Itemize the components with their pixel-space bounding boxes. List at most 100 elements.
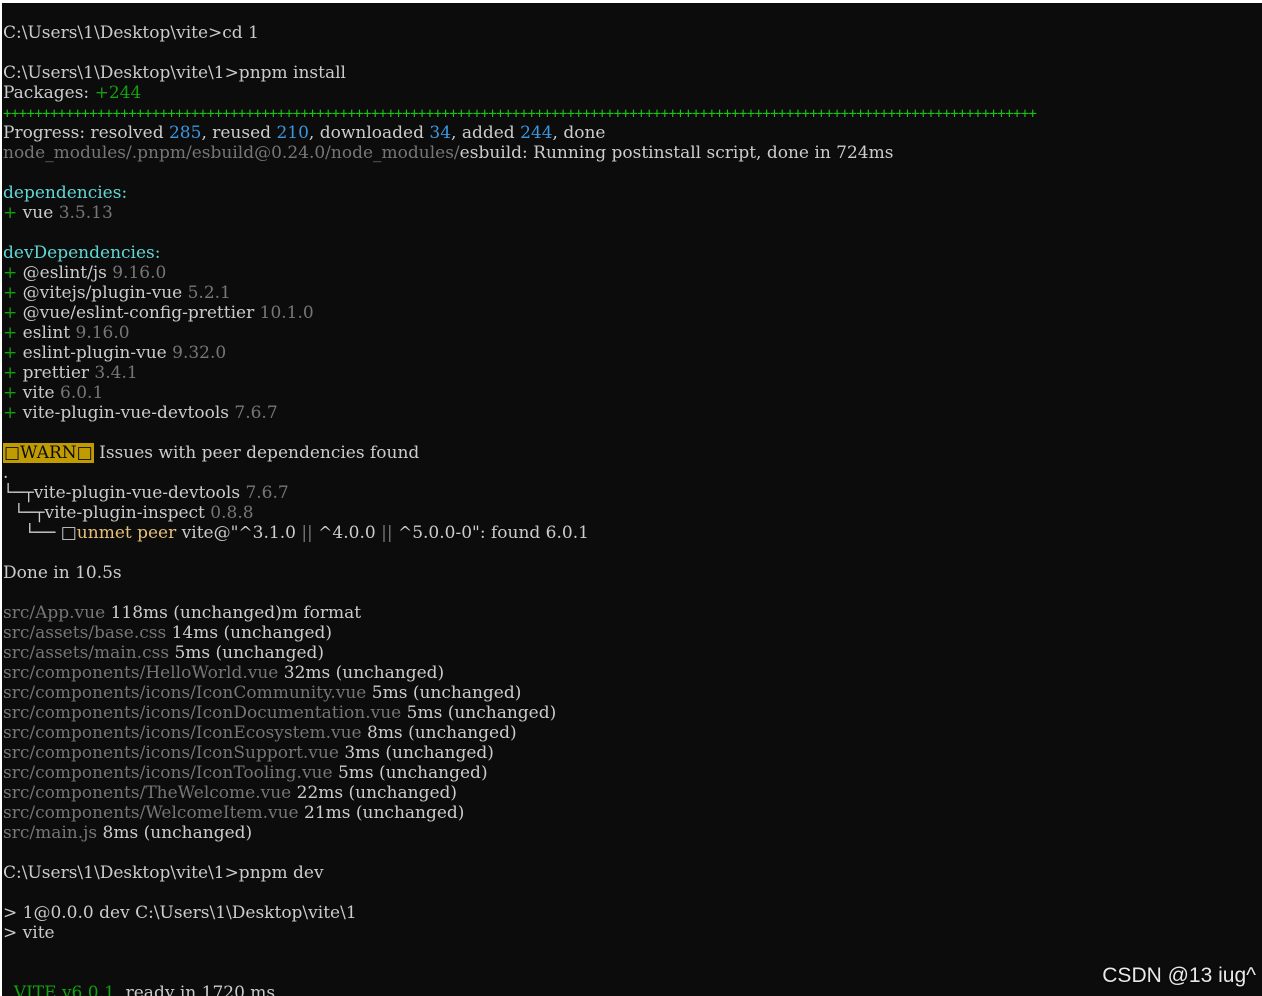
terminal-text-segment: Progress: resolved bbox=[3, 123, 169, 143]
terminal-line: C:\Users\1\Desktop\vite>cd 1 bbox=[3, 23, 1262, 43]
terminal-text-segment: 6.0.1 bbox=[60, 383, 104, 403]
terminal-text-segment: src/components/HelloWorld.vue bbox=[3, 663, 284, 683]
terminal-text-segment: dependencies: bbox=[3, 183, 128, 203]
terminal-text-segment: src/main.js bbox=[3, 823, 103, 843]
terminal-text-segment: eslint bbox=[22, 323, 76, 343]
terminal-text-segment: └─┬ bbox=[3, 503, 45, 523]
terminal-text-segment: 0.8.8 bbox=[210, 503, 254, 523]
terminal-text-segment: 244 bbox=[520, 123, 553, 143]
terminal-text-segment: + bbox=[3, 263, 23, 283]
terminal-text-segment: Done in 10.5s bbox=[3, 563, 122, 583]
terminal-text-segment: 5.2.1 bbox=[187, 283, 231, 303]
terminal-line: . bbox=[3, 463, 1262, 483]
terminal-text-segment: └── □ bbox=[3, 523, 77, 543]
terminal-text-segment: src/components/icons/IconEcosystem.vue bbox=[3, 723, 367, 743]
terminal-text-segment: 210 bbox=[276, 123, 309, 143]
terminal-text-segment: Issues with peer dependencies found bbox=[93, 443, 420, 463]
terminal-line: > 1@0.0.0 dev C:\Users\1\Desktop\vite\1 bbox=[3, 903, 1262, 923]
terminal-text-segment: 34 bbox=[429, 123, 452, 143]
terminal-text-segment: > 1@0.0.0 dev C:\Users\1\Desktop\vite\1 bbox=[3, 903, 357, 923]
terminal-text-segment: + bbox=[3, 323, 23, 343]
terminal-text-segment: 9.16.0 bbox=[112, 263, 167, 283]
terminal-line: C:\Users\1\Desktop\vite\1>pnpm install bbox=[3, 63, 1262, 83]
terminal-text-segment: 5ms (unchanged) bbox=[174, 643, 325, 663]
terminal-text-segment: 9.16.0 bbox=[75, 323, 130, 343]
terminal-line: + eslint-plugin-vue 9.32.0 bbox=[3, 343, 1262, 363]
terminal-text-segment: Packages: bbox=[3, 83, 95, 103]
terminal-window[interactable]: C:\Users\1\Desktop\vite>cd 1 C:\Users\1\D… bbox=[2, 3, 1262, 996]
terminal-text-segment: +244 bbox=[94, 83, 142, 103]
terminal-line: + @eslint/js 9.16.0 bbox=[3, 263, 1262, 283]
watermark: CSDN @13 iug^ bbox=[1102, 964, 1256, 987]
terminal-text-segment: 3.5.13 bbox=[58, 203, 113, 223]
terminal-text-segment: src/components/WelcomeItem.vue bbox=[3, 803, 305, 823]
terminal-text-segment: src/App.vue bbox=[3, 603, 111, 623]
terminal-line: + eslint 9.16.0 bbox=[3, 323, 1262, 343]
terminal-text-segment: └─┬ bbox=[3, 483, 34, 503]
terminal-line: VITE v6.0.1 ready in 1720 ms bbox=[3, 983, 1262, 996]
terminal-text-segment: 10.1.0 bbox=[259, 303, 314, 323]
terminal-text-segment: 7.6.7 bbox=[234, 403, 278, 423]
terminal-line: node_modules/.pnpm/esbuild@0.24.0/node_m… bbox=[3, 143, 1262, 163]
terminal-text-segment: 5ms (unchanged) bbox=[406, 703, 557, 723]
terminal-text-segment: vite-plugin-vue-devtools bbox=[33, 483, 246, 503]
terminal-text-segment: VITE v6.0.1 bbox=[3, 983, 115, 996]
terminal-text-segment: eslint-plugin-vue bbox=[22, 343, 173, 363]
terminal-text-segment: src/components/icons/IconCommunity.vue bbox=[3, 683, 372, 703]
terminal-output: C:\Users\1\Desktop\vite>cd 1 C:\Users\1\D… bbox=[3, 23, 1262, 996]
terminal-text-segment: C:\Users\1\Desktop\vite\1>pnpm dev bbox=[3, 863, 324, 883]
terminal-line: src/components/HelloWorld.vue 32ms (unch… bbox=[3, 663, 1262, 683]
terminal-text-segment: vite@"^3.1.0 bbox=[181, 523, 302, 543]
terminal-line: + @vue/eslint-config-prettier 10.1.0 bbox=[3, 303, 1262, 323]
terminal-line: + vue 3.5.13 bbox=[3, 203, 1262, 223]
terminal-line: └─┬vite-plugin-vue-devtools 7.6.7 bbox=[3, 483, 1262, 503]
terminal-text-segment: node_modules/.pnpm/esbuild@0.24.0/node_m… bbox=[3, 143, 460, 163]
terminal-text-segment: 3ms (unchanged) bbox=[344, 743, 494, 763]
terminal-text-segment: ^4.0.0 bbox=[312, 523, 382, 543]
terminal-text-segment: > vite bbox=[3, 923, 55, 943]
terminal-text-segment: C:\Users\1\Desktop\vite\1>pnpm install bbox=[3, 63, 346, 83]
terminal-text-segment: @eslint/js bbox=[22, 263, 113, 283]
terminal-text-segment: vite-plugin-vue-devtools bbox=[22, 403, 235, 423]
terminal-line: Packages: +244 bbox=[3, 83, 1262, 103]
terminal-text-segment: 7.6.7 bbox=[245, 483, 289, 503]
terminal-text-segment: 32ms (unchanged) bbox=[283, 663, 445, 683]
terminal-text-segment: C:\Users\1\Desktop\vite>cd 1 bbox=[3, 23, 259, 43]
terminal-line: C:\Users\1\Desktop\vite\1>pnpm dev bbox=[3, 863, 1262, 883]
terminal-line: src/components/icons/IconEcosystem.vue 8… bbox=[3, 723, 1262, 743]
terminal-text-segment: 9.32.0 bbox=[172, 343, 227, 363]
terminal-text-segment: ++++++++++++++++++++++++++++++++++++++++… bbox=[3, 106, 1037, 122]
terminal-line: └── □unmet peer vite@"^3.1.0 || ^4.0.0 |… bbox=[3, 523, 1262, 543]
terminal-text-segment: vite bbox=[22, 383, 60, 403]
terminal-line: src/components/TheWelcome.vue 22ms (unch… bbox=[3, 783, 1262, 803]
terminal-text-segment: src/components/icons/IconDocumentation.v… bbox=[3, 703, 407, 723]
terminal-text-segment: + bbox=[3, 403, 23, 423]
terminal-line: src/assets/base.css 14ms (unchanged) bbox=[3, 623, 1262, 643]
terminal-text-segment: + bbox=[3, 383, 23, 403]
terminal-text-segment: + bbox=[3, 283, 23, 303]
terminal-text-segment: devDependencies: bbox=[3, 243, 161, 263]
terminal-text-segment: □WARN□ bbox=[3, 443, 94, 463]
terminal-text-segment: ready in 1720 ms bbox=[114, 983, 276, 996]
terminal-line: src/components/icons/IconCommunity.vue 5… bbox=[3, 683, 1262, 703]
terminal-text-segment: + bbox=[3, 203, 23, 223]
terminal-line: src/components/icons/IconSupport.vue 3ms… bbox=[3, 743, 1262, 763]
terminal-line: ++++++++++++++++++++++++++++++++++++++++… bbox=[3, 103, 1262, 123]
terminal-text-segment: 285 bbox=[168, 123, 202, 143]
terminal-line: └─┬vite-plugin-inspect 0.8.8 bbox=[3, 503, 1262, 523]
terminal-text-segment: 5ms (unchanged) bbox=[371, 683, 522, 703]
terminal-text-segment: , done bbox=[552, 123, 606, 143]
terminal-line: src/components/icons/IconDocumentation.v… bbox=[3, 703, 1262, 723]
terminal-text-segment: 118ms (unchanged)m format bbox=[110, 603, 362, 623]
terminal-text-segment: + bbox=[3, 303, 23, 323]
terminal-text-segment: || bbox=[381, 523, 393, 543]
terminal-text-segment: src/components/TheWelcome.vue bbox=[3, 783, 297, 803]
terminal-text-segment: + bbox=[3, 343, 23, 363]
terminal-line: > vite bbox=[3, 923, 1262, 943]
terminal-text-segment: . bbox=[3, 463, 9, 483]
